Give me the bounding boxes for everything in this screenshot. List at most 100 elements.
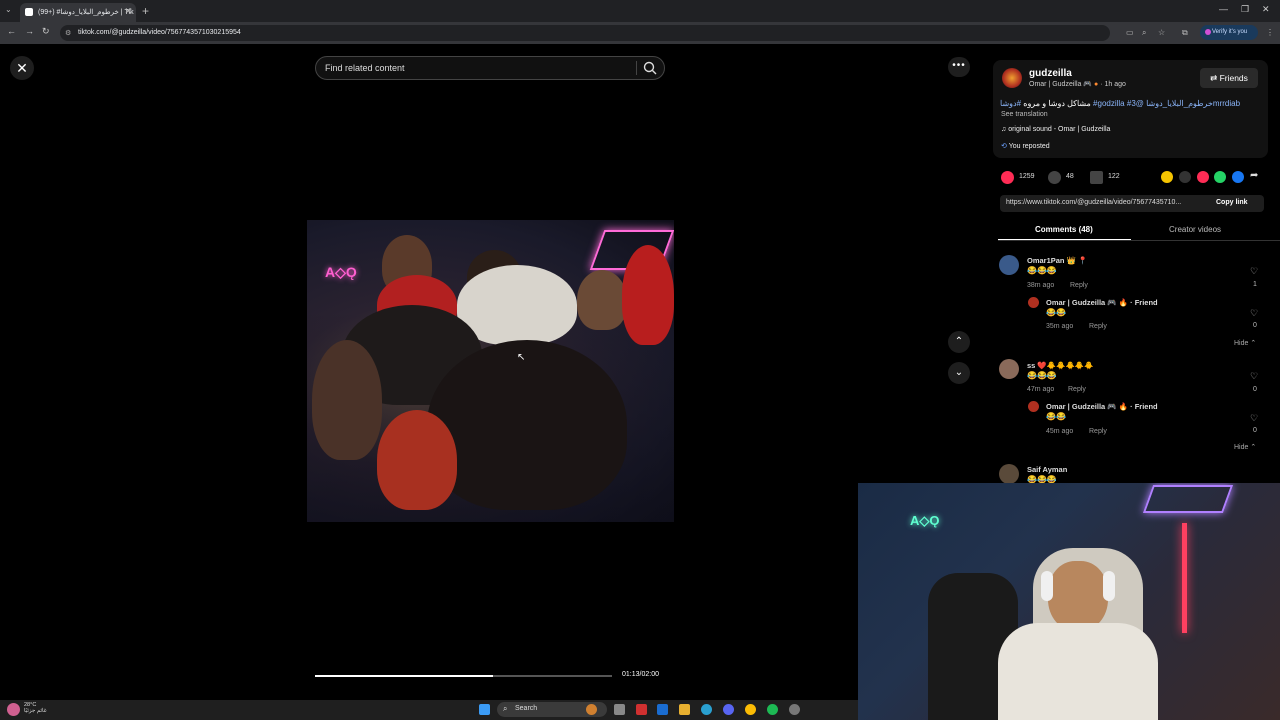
cast-icon[interactable]: ▭ <box>1126 28 1134 37</box>
discord-icon[interactable] <box>723 704 734 715</box>
folder-icon[interactable] <box>679 704 690 715</box>
forward-icon[interactable]: → <box>25 26 34 36</box>
headphones <box>1103 571 1115 601</box>
comment-time: 47m ago <box>1027 386 1055 393</box>
comment-avatar[interactable] <box>999 359 1019 379</box>
comment-avatar[interactable] <box>999 255 1019 275</box>
weather-desc: غائم جزئيًا <box>24 708 47 714</box>
reply-time: 35m ago <box>1046 323 1074 330</box>
video-player[interactable]: A◇Ǫ ↖ <box>307 220 674 522</box>
reply-avatar[interactable] <box>1028 297 1039 308</box>
spotify-icon[interactable] <box>767 704 778 715</box>
browser-tab[interactable]: (99+) #خرطوم_البلايا_دوشا | Tik ✕ <box>20 3 136 22</box>
reply-avatar[interactable] <box>1028 401 1039 412</box>
comment-author[interactable]: Saif Ayman <box>1027 465 1067 474</box>
save-count: 122 <box>1108 173 1120 180</box>
facebook-icon[interactable] <box>1232 171 1244 183</box>
window-close-icon[interactable]: ✕ <box>1262 4 1270 15</box>
reply-button[interactable]: Reply <box>1089 428 1107 435</box>
new-tab-icon[interactable]: + <box>142 4 149 18</box>
person-figure <box>427 340 627 510</box>
search-placeholder: Find related content <box>325 63 405 73</box>
tiktok-favicon-icon <box>25 8 33 16</box>
reply-button[interactable]: Reply <box>1070 282 1088 289</box>
search-icon: ⌕ <box>503 704 508 713</box>
comment-icon[interactable] <box>1048 171 1061 184</box>
settings-icon[interactable] <box>789 704 800 715</box>
sound-link[interactable]: ♫ original sound - Omar | Gudzeilla <box>1001 126 1110 133</box>
game-badge-icon: 🎮 <box>1083 81 1093 88</box>
outlook-icon[interactable] <box>657 704 668 715</box>
url-bar[interactable]: tiktok.com/@gudzeilla/video/756774357103… <box>60 25 1110 41</box>
close-video-button[interactable]: ✕ <box>10 56 34 80</box>
hide-replies-button[interactable]: Hide ⌃ <box>1234 443 1256 451</box>
send-icon[interactable] <box>1197 171 1209 183</box>
creator-avatar[interactable] <box>1002 68 1022 88</box>
start-icon[interactable] <box>479 704 490 715</box>
comment-author[interactable]: ss ❤️🐥🐥🐥🐥🐥 <box>1027 361 1093 370</box>
reply-button[interactable]: Reply <box>1068 386 1086 393</box>
back-icon[interactable]: ← <box>7 26 16 36</box>
reply-text: 😂😂 <box>1046 308 1066 317</box>
friends-icon: ⇄ <box>1210 73 1220 83</box>
edge-icon[interactable] <box>701 704 712 715</box>
reply-time: 45m ago <box>1046 428 1074 435</box>
app-icon[interactable] <box>636 704 647 715</box>
comment-avatar[interactable] <box>999 464 1019 484</box>
active-tab-underline <box>998 239 1131 240</box>
copy-link-button[interactable]: Copy link <box>1216 199 1248 206</box>
search-icon[interactable] <box>642 60 658 76</box>
headphones <box>1041 571 1053 601</box>
comment-like-count: 0 <box>1253 386 1257 393</box>
like-icon[interactable] <box>1001 171 1014 184</box>
mouse-cursor-icon: ↖ <box>517 352 526 363</box>
tab-creator-videos[interactable]: Creator videos <box>1169 225 1221 234</box>
search-divider <box>636 61 637 75</box>
bookmark-icon[interactable] <box>1090 171 1103 184</box>
widget-icon[interactable] <box>586 704 597 715</box>
reply-author[interactable]: Omar | Gudzeilla 🎮 🔥 · Friend <box>1046 298 1158 307</box>
see-translation-link[interactable]: See translation <box>1001 111 1048 118</box>
next-video-icon[interactable]: ⌄ <box>948 362 970 384</box>
tab-close-icon[interactable]: ✕ <box>124 6 132 17</box>
reply-author[interactable]: Omar | Gudzeilla 🎮 🔥 · Friend <box>1046 402 1158 411</box>
zoom-icon[interactable]: ⌕ <box>1142 28 1146 38</box>
friends-label: Friends <box>1219 73 1248 83</box>
creator-meta: Omar | Gudzeilla 🎮 ● · 1h ago <box>1029 80 1126 88</box>
video-caption: مشاكل دوشا و مروه #دوشا #godzilla #خرطوم… <box>1000 99 1240 108</box>
bookmark-star-icon[interactable]: ☆ <box>1158 28 1165 37</box>
related-content-search-input[interactable]: Find related content <box>315 56 665 80</box>
chrome-icon[interactable] <box>745 704 756 715</box>
coin-share-icon[interactable] <box>1161 171 1173 183</box>
comment-like-icon[interactable]: ♡ <box>1250 371 1258 382</box>
weather-icon[interactable] <box>7 703 20 716</box>
comment-like-icon[interactable]: ♡ <box>1250 266 1258 277</box>
sound-label: original sound - Omar | Gudzeilla <box>1008 126 1111 133</box>
friends-button[interactable]: ⇄ Friends <box>1200 68 1258 88</box>
site-info-icon[interactable]: ⚙ <box>65 29 71 37</box>
extensions-icon[interactable]: ⧉ <box>1182 28 1188 38</box>
reply-like-icon[interactable]: ♡ <box>1250 413 1258 424</box>
hide-replies-button[interactable]: Hide ⌃ <box>1234 339 1256 347</box>
share-icon[interactable]: ➦ <box>1250 170 1258 181</box>
comment-author[interactable]: Omar1Pan 👑 📍 <box>1027 256 1087 265</box>
reply-like-count: 0 <box>1253 427 1257 434</box>
caption-text: مشاكل دوشا و مروه <box>1023 99 1091 108</box>
reply-like-icon[interactable]: ♡ <box>1250 308 1258 319</box>
reply-button[interactable]: Reply <box>1089 323 1107 330</box>
chrome-menu-icon[interactable]: ⋮ <box>1266 28 1274 37</box>
whatsapp-icon[interactable] <box>1214 171 1226 183</box>
tab-comments[interactable]: Comments (48) <box>1035 225 1093 234</box>
reload-icon[interactable]: ↻ <box>42 26 50 37</box>
creator-username[interactable]: gudzeilla <box>1029 68 1072 79</box>
tab-list-icon[interactable]: ⌄ <box>5 5 12 14</box>
reposted-indicator: ⟲ You reposted <box>1001 142 1050 150</box>
weather-widget[interactable]: 28°C غائم جزئيًا <box>24 702 47 714</box>
maximize-icon[interactable]: ❐ <box>1241 4 1249 15</box>
minimize-icon[interactable]: — <box>1219 4 1228 14</box>
embed-icon[interactable] <box>1179 171 1191 183</box>
file-explorer-icon[interactable] <box>614 704 625 715</box>
taskbar-search-label: Search <box>515 705 538 712</box>
more-options-icon[interactable]: ••• <box>948 57 970 77</box>
previous-video-icon[interactable]: ⌃ <box>948 331 970 353</box>
